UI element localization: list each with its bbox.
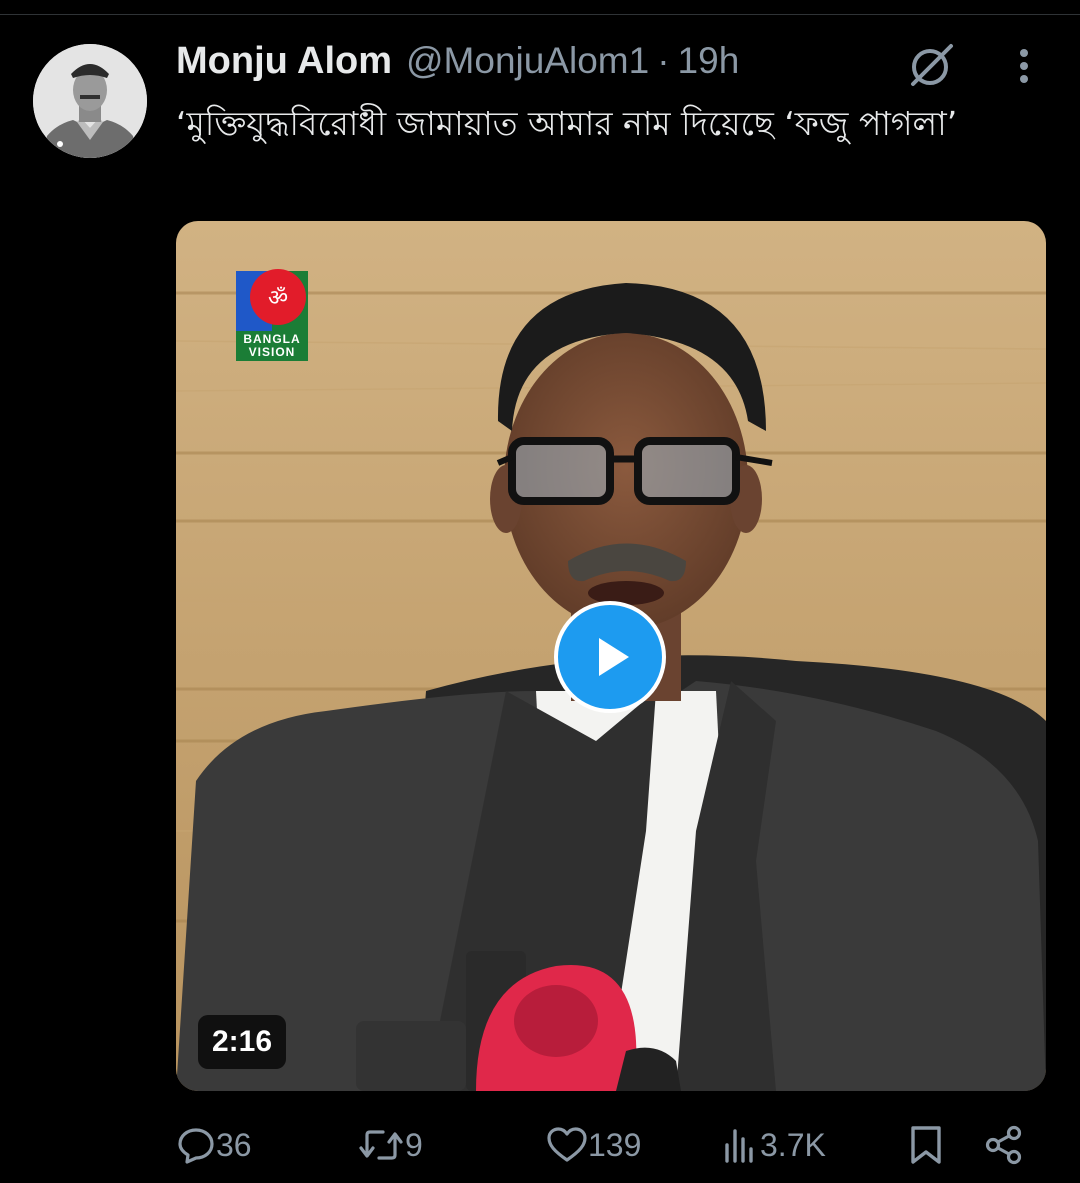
bookmark-button[interactable] [906,1115,946,1175]
repost-button[interactable]: 9 [357,1115,423,1175]
play-icon [599,638,629,676]
grok-icon[interactable] [905,40,957,92]
svg-text:ॐ: ॐ [268,286,288,311]
reply-count: 36 [216,1126,252,1163]
reply-button[interactable]: 36 [176,1115,252,1175]
bookmark-icon [911,1126,941,1164]
views-icon [725,1129,753,1163]
author-name[interactable]: Monju Alom [176,40,392,83]
author-handle[interactable]: @MonjuAlom1 [406,40,649,82]
repost-count: 9 [405,1126,423,1163]
author-avatar[interactable] [33,44,147,158]
share-icon [985,1125,1022,1165]
view-count: 3.7K [760,1126,826,1163]
tweet-video[interactable]: ॐ BANGLA VISION 2:16 [176,221,1046,1091]
avatar-image [33,44,147,158]
repost-icon [359,1130,403,1160]
header-separator: · [657,40,670,81]
tweet-text: ‘মুক্তিযুদ্ধবিরোধী জামায়াত আমার নাম দিয… [176,104,958,143]
channel-logo-text: BANGLA VISION [236,331,308,361]
heart-icon [547,1127,587,1162]
tweet-actions: 36 9 139 3.7K [0,1115,1080,1175]
tweet-timestamp[interactable]: 19h [678,40,740,82]
play-button[interactable] [554,601,666,713]
video-duration: 2:16 [198,1015,287,1069]
share-button[interactable] [984,1115,1024,1175]
views-button[interactable]: 3.7K [720,1115,826,1175]
top-divider [0,14,1080,15]
like-button[interactable]: 139 [546,1115,641,1175]
reply-icon [178,1128,214,1164]
like-count: 139 [588,1126,642,1163]
tweet-header: Monju Alom @MonjuAlom1 · 19h [176,40,739,90]
more-vertical-icon[interactable] [1010,46,1038,86]
